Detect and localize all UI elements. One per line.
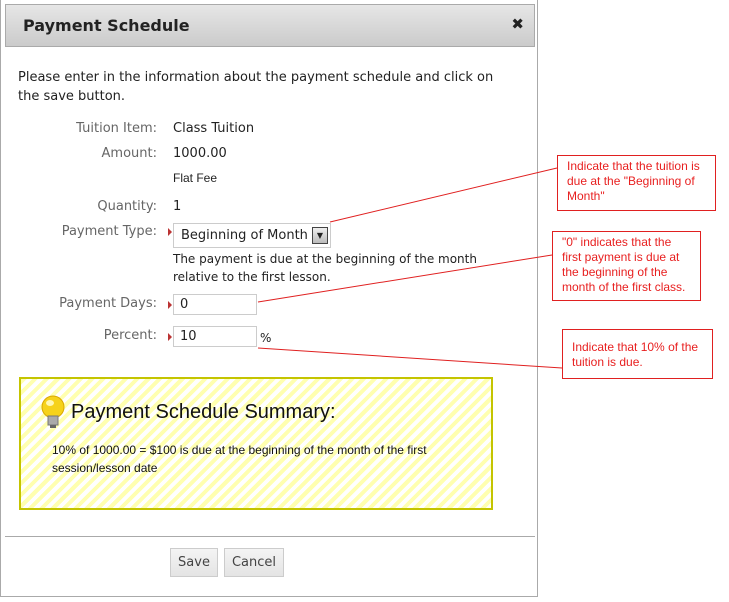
callout-percent: Indicate that 10% of the tuition is due. [562,329,713,379]
callout-line [257,347,563,369]
callout-line [329,167,558,223]
callout-payment-type: Indicate that the tuition is due at the … [557,155,716,211]
callout-line [257,254,553,303]
callout-payment-days: "0" indicates that the first payment is … [552,231,701,301]
callout-lines [257,167,563,369]
